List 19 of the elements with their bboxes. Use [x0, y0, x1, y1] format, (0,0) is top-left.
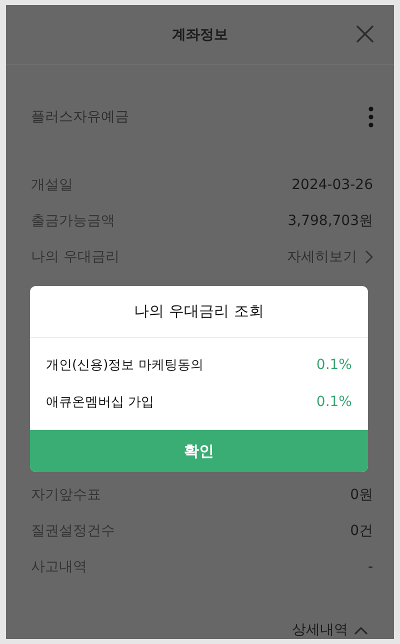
detail-value: 2024-03-26: [292, 176, 373, 193]
screen-title: 계좌정보: [172, 26, 228, 44]
product-name: 플러스자유예금: [31, 108, 129, 126]
rate-value: 0.1%: [316, 356, 352, 372]
chevron-right-icon: [365, 250, 373, 264]
view-details-link[interactable]: 자세히보기: [287, 248, 373, 266]
rate-item-label: 개인(신용)정보 마케팅동의: [46, 356, 204, 374]
close-icon[interactable]: [356, 25, 374, 43]
detail-value: 3,798,703원: [288, 212, 373, 230]
rate-item-label: 애큐온멤버십 가입: [46, 394, 154, 410]
detail-value: 0원: [350, 486, 373, 504]
rate-value: 0.1%: [316, 394, 352, 410]
more-options-icon[interactable]: [368, 106, 374, 128]
detail-value: -: [368, 559, 373, 575]
caret-icon: [354, 626, 368, 634]
confirm-button[interactable]: 확인: [30, 430, 368, 472]
details-toggle[interactable]: 상세내역: [292, 621, 368, 639]
dialog-title: 나의 우대금리 조회: [30, 286, 368, 338]
detail-value: 0건: [350, 522, 373, 540]
